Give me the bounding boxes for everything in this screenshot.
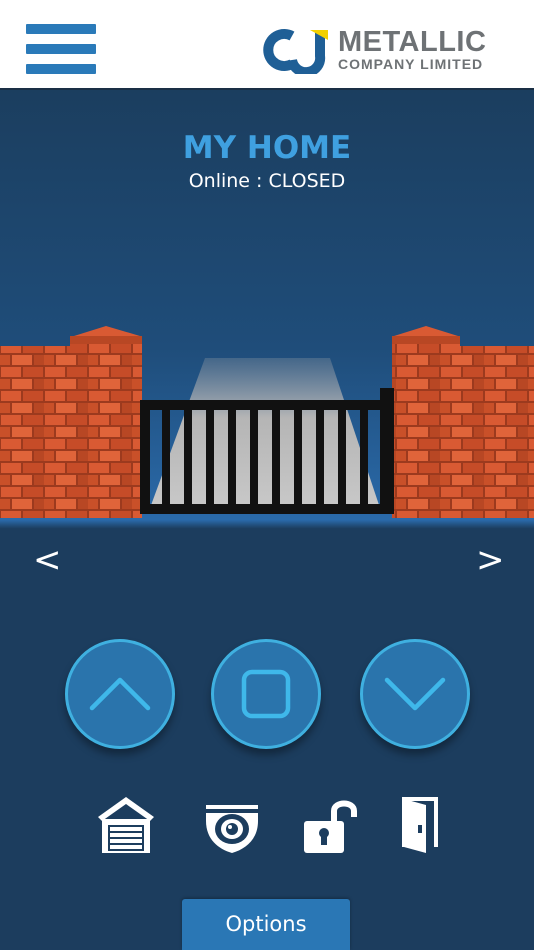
menu-icon-bar [26, 64, 96, 74]
garage-button[interactable] [96, 795, 156, 859]
previous-device-button[interactable]: < [33, 540, 62, 580]
logo-subtext: COMPANY LIMITED [338, 56, 484, 72]
company-logo: METALLIC COMPANY LIMITED [262, 26, 492, 78]
chevron-down-icon [384, 677, 446, 711]
door-icon [402, 797, 438, 853]
options-button[interactable]: Options [182, 899, 350, 950]
camera-icon [206, 805, 258, 853]
device-title: MY HOME [182, 130, 352, 166]
open-button[interactable] [65, 639, 175, 749]
logo-text: METALLIC [338, 26, 487, 58]
chevron-up-icon [89, 677, 151, 711]
close-button[interactable] [360, 639, 470, 749]
logo-mark-icon [263, 29, 328, 78]
garage-icon [98, 797, 154, 853]
camera-button[interactable] [202, 795, 262, 859]
menu-icon-bar [26, 24, 96, 34]
stop-button[interactable] [211, 639, 321, 749]
device-status: Online : CLOSED [188, 170, 346, 192]
gate-illustration [0, 318, 534, 528]
app-header: METALLIC COMPANY LIMITED [0, 0, 534, 90]
stop-icon [241, 669, 291, 719]
menu-icon-bar [26, 44, 96, 54]
unlock-icon [304, 800, 357, 853]
next-device-button[interactable]: > [476, 540, 505, 580]
unlock-button[interactable] [300, 795, 362, 859]
door-button[interactable] [398, 795, 442, 859]
menu-button[interactable] [26, 22, 98, 76]
